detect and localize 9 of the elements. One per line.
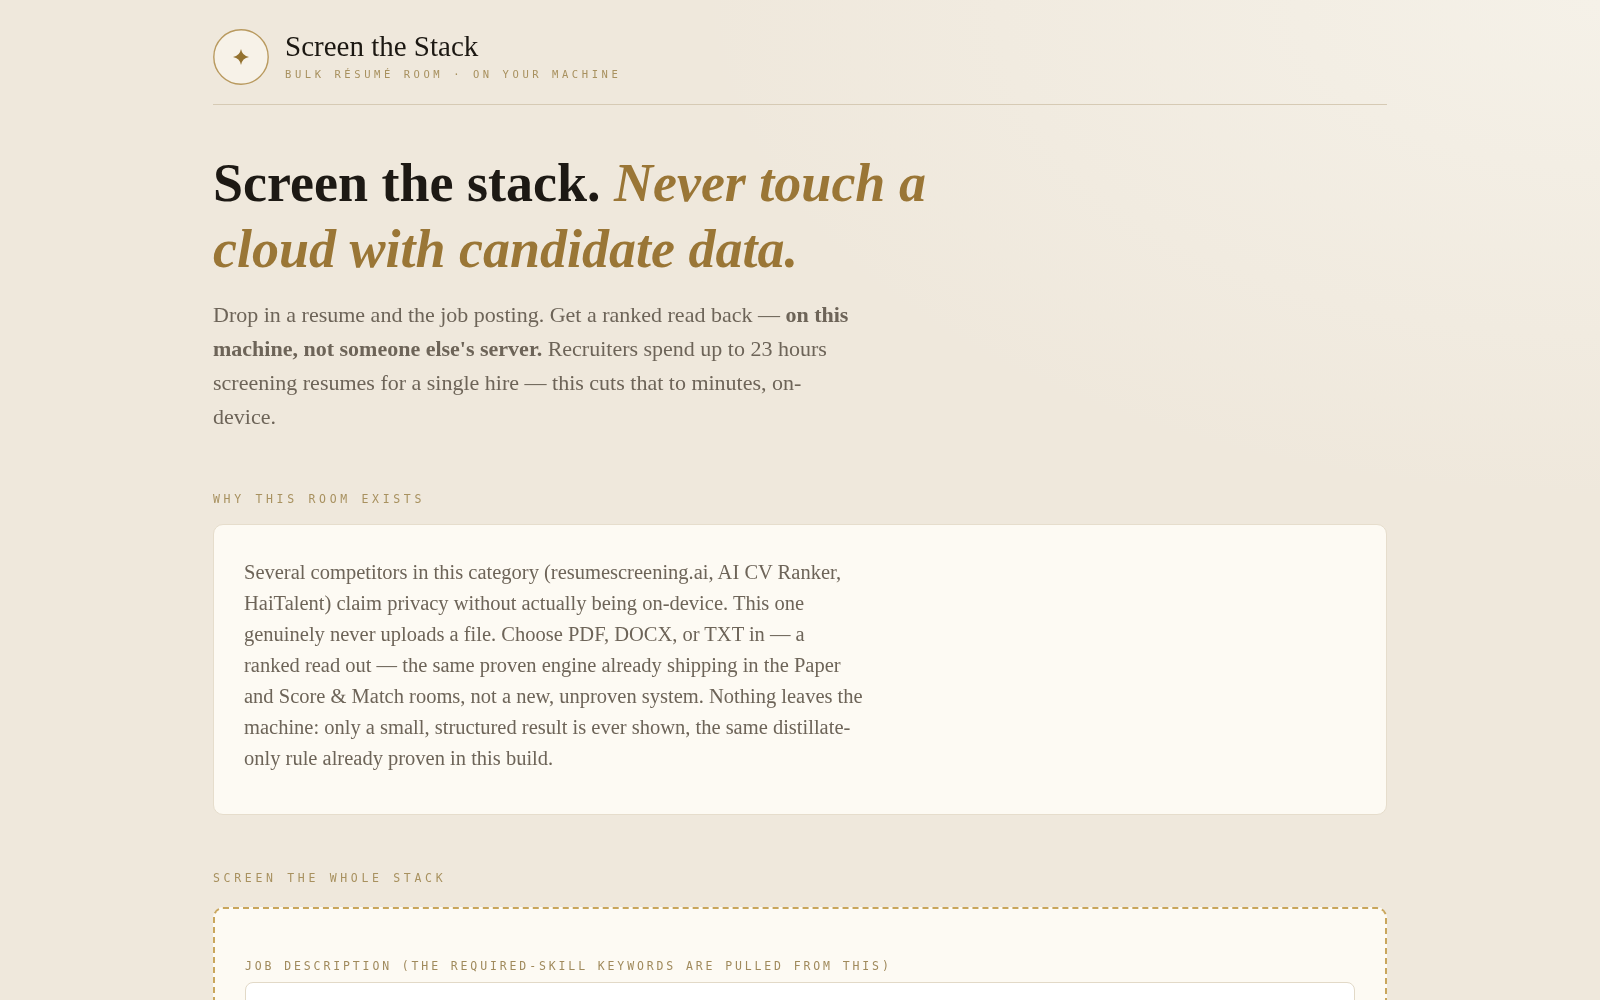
- site-tagline: BULK RÉSUMÉ ROOM · ON YOUR MACHINE: [285, 67, 622, 83]
- hero-heading: Screen the stack. Never touch a cloud with candidate data.: [213, 152, 927, 281]
- site-title: Screen the Stack: [285, 31, 480, 64]
- section-label: WHY THIS ROOM EXISTS: [213, 491, 426, 508]
- section-label: SCREEN THE WHOLE STACK: [213, 870, 447, 887]
- hero-paragraph: Drop in a resume and the job posting. Get a ranked read back — on this machine, not someone else's server. Recruiters spend up to 23 hours screening resumes for a single hire — this cuts that to minutes, on-device.: [213, 301, 849, 431]
- sparkle-logo-icon: [213, 29, 269, 85]
- field-label: JOB DESCRIPTION (THE REQUIRED-SKILL KEYWORDS ARE PULLED FROM THIS): [245, 958, 892, 975]
- info-paragraph: Several competitors in this category (resumescreening.ai, AI CV Ranker, HaiTalent) claim privacy without actually being on-device. This one genuinely never uploads a file. Choose PDF, DOCX, or TXT in — a ranked read out — the same proven engine already shipping in the Paper and Score & Match rooms, not a new, unproven system. Nothing leaves the machine: only a small, structured result is ever shown, the same distillate-only rule already proven in this build.: [244, 560, 864, 772]
